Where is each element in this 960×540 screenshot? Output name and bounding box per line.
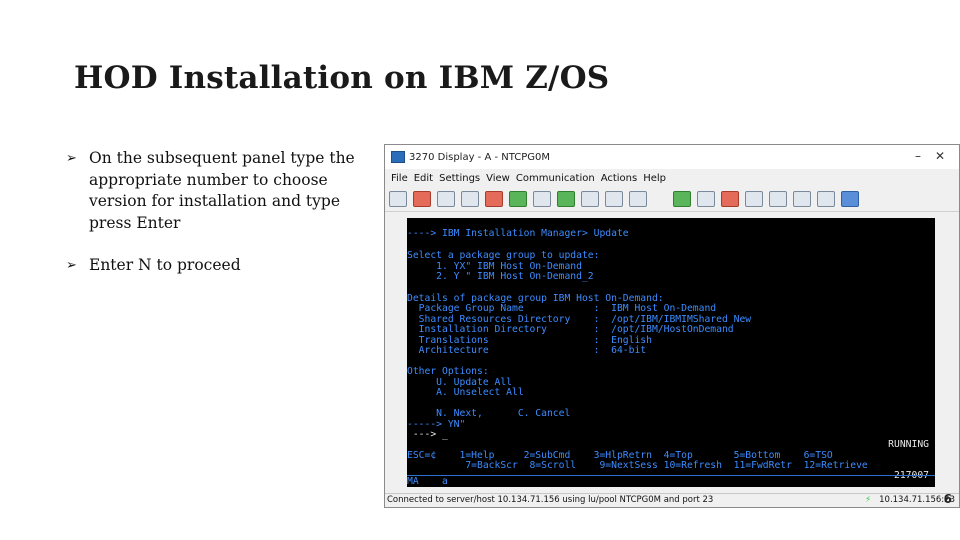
record-icon[interactable] [605,191,623,207]
terminal-line: Architecture : 64-bit [407,345,647,356]
chat-icon[interactable] [817,191,835,207]
window-titlebar[interactable]: 3270 Display - A - NTCPG0M – ✕ [385,145,959,169]
bullet-text: On the subsequent panel type the appropr… [89,149,355,232]
terminal-screen[interactable]: ----> IBM Installation Manager> Update S… [407,218,935,487]
terminal-function-keys: 7=BackScr 8=Scroll 9=NextSess 10=Refresh… [407,460,868,471]
menu-view[interactable]: View [486,173,510,184]
close-button[interactable]: ✕ [929,149,951,163]
menu-actions[interactable]: Actions [601,173,638,184]
paste-icon[interactable] [437,191,455,207]
copy-icon[interactable] [389,191,407,207]
minimize-button[interactable]: – [907,149,929,163]
terminal-line: Select a package group to update: [407,250,600,261]
menu-settings[interactable]: Settings [439,173,480,184]
toolbar-option-icon[interactable] [769,191,787,207]
cut-icon[interactable] [413,191,431,207]
menu-bar: File Edit Settings View Communication Ac… [385,169,959,187]
terminal-window: 3270 Display - A - NTCPG0M – ✕ File Edit… [384,144,960,508]
menu-file[interactable]: File [391,173,408,184]
terminal-line: ----> IBM Installation Manager> Update [407,228,629,239]
arrow-bullet-icon: ➢ [66,151,77,166]
send-icon[interactable] [485,191,503,207]
connection-status: Connected to server/host 10.134.71.156 u… [387,495,714,505]
toolbar [385,187,959,212]
app-icon [391,151,405,163]
terminal-line: N. Next, C. Cancel [407,408,571,419]
oia-text: MA a [407,476,448,487]
disconnect-icon[interactable] [721,191,739,207]
slide-title: HOD Installation on IBM Z/OS [74,60,610,96]
stop-icon[interactable] [697,191,715,207]
terminal-line: A. Unselect All [407,387,524,398]
print-screen-icon[interactable] [581,191,599,207]
connect-icon[interactable] [745,191,763,207]
operator-info-area: MA a [407,475,935,487]
window-icon[interactable] [461,191,479,207]
macro-icon[interactable] [629,191,647,207]
bullet-item: ➢ Enter N to proceed [66,255,366,277]
menu-communication[interactable]: Communication [516,173,595,184]
status-bar: Connected to server/host 10.134.71.156 u… [385,493,959,507]
info-icon[interactable] [841,191,859,207]
bullet-item: ➢ On the subsequent panel type the appro… [66,148,366,234]
print-icon-2[interactable] [793,191,811,207]
terminal-line: Installation Directory : /opt/IBM/HostOn… [407,324,734,335]
terminal-line: Package Group Name : IBM Host On-Demand [407,303,717,314]
menu-edit[interactable]: Edit [414,173,433,184]
page-number: 6 [943,492,952,506]
play-macro-icon[interactable] [673,191,691,207]
menu-help[interactable]: Help [643,173,666,184]
receive-icon[interactable] [509,191,527,207]
terminal-input-line[interactable]: ---> _ [407,429,448,440]
bullet-text: Enter N to proceed [89,256,241,274]
terminal-line: 2. Y " IBM Host On-Demand_2 [407,271,594,282]
print-icon[interactable] [533,191,551,207]
terminal-line: Other Options: [407,366,489,377]
keypad-icon[interactable] [557,191,575,207]
connection-lightning-icon: ⚡ [865,495,872,505]
arrow-bullet-icon: ➢ [66,258,77,273]
bullet-list: ➢ On the subsequent panel type the appro… [66,148,366,298]
window-title: 3270 Display - A - NTCPG0M [409,151,551,163]
terminal-status-running: RUNNING [888,439,929,450]
